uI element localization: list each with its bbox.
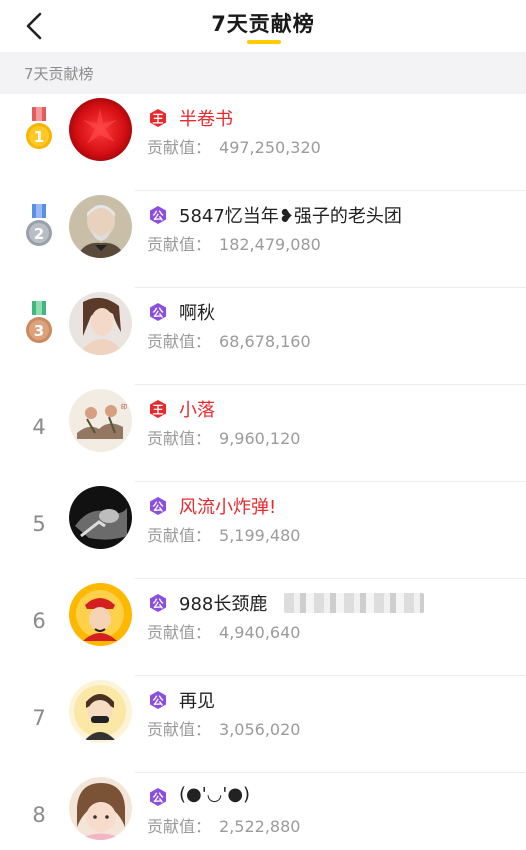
contribution-value: 贡献值： 5,199,480 [147,522,300,546]
leaderboard-row[interactable]: 6 公 988长颈鹿 贡献值： 4,940,640 [0,579,526,676]
contribution-number: 9,960,120 [219,429,301,448]
leaderboard-list: 1 王 半卷书 贡献值： 497,250,320 2 公 5847忆当年❥强子的… [0,94,526,850]
user-name[interactable]: 半卷书 [179,105,233,131]
leaderboard-row[interactable]: 3 公 啊秋 贡献值： 68,678,160 [0,288,526,385]
svg-text:2: 2 [34,225,44,243]
svg-text:公: 公 [153,210,164,223]
contribution-label: 贡献值： [147,235,212,254]
page-title: 7天贡献榜 [211,12,315,36]
user-name[interactable]: 5847忆当年❥强子的老头团 [179,202,402,228]
avatar[interactable] [69,777,132,840]
contribution-value: 贡献值： 497,250,320 [147,134,321,158]
leaderboard-row[interactable]: 2 公 5847忆当年❥强子的老头团 贡献值： 182,479,080 [0,191,526,288]
contribution-number: 2,522,880 [219,817,301,836]
gold-medal-icon: 1 [22,107,56,153]
contribution-label: 贡献值： [147,817,212,836]
avatar[interactable] [69,292,132,355]
user-name[interactable]: (●'◡'●) [179,784,250,805]
avatar[interactable]: 印 [69,389,132,452]
user-name[interactable]: 再见 [179,687,215,713]
svg-text:公: 公 [153,307,164,320]
svg-text:1: 1 [34,128,44,146]
bronze-medal-icon: 3 [22,301,56,347]
duke-badge-icon: 公 [148,205,168,225]
contribution-number: 182,479,080 [219,235,321,254]
contribution-label: 贡献值： [147,623,212,642]
duke-badge-icon: 公 [148,593,168,613]
king-badge-icon: 王 [148,108,168,128]
contribution-number: 3,056,020 [219,720,301,739]
top-bar: 7天贡献榜 [0,0,526,52]
redacted-text [284,593,424,613]
rank-number: 6 [32,609,46,633]
leaderboard-row[interactable]: 4 印 王 小落 贡献值： 9,960,120 [0,385,526,482]
rank-number: 5 [32,512,46,536]
duke-badge-icon: 公 [148,787,168,807]
avatar[interactable] [69,680,132,743]
rank-number: 8 [32,803,46,827]
user-name[interactable]: 小落 [179,396,215,422]
contribution-label: 贡献值： [147,138,212,157]
contribution-value: 贡献值： 68,678,160 [147,328,311,352]
duke-badge-icon: 公 [148,302,168,322]
svg-text:3: 3 [34,322,44,340]
section-label: 7天贡献榜 [24,65,94,83]
contribution-label: 贡献值： [147,526,212,545]
avatar[interactable] [69,195,132,258]
contribution-value: 贡献值： 9,960,120 [147,425,300,449]
contribution-number: 68,678,160 [219,332,311,351]
svg-text:公: 公 [153,695,164,708]
contribution-value: 贡献值： 182,479,080 [147,231,321,255]
user-name[interactable]: 988长颈鹿 [179,590,267,616]
leaderboard-row[interactable]: 5 公 风流小炸弹! 贡献值： 5,199,480 [0,482,526,579]
contribution-label: 贡献值： [147,429,212,448]
svg-text:王: 王 [153,113,164,126]
title-underline [247,40,281,44]
user-name[interactable]: 风流小炸弹! [179,493,276,519]
user-name[interactable]: 啊秋 [179,299,215,325]
contribution-value: 贡献值： 4,940,640 [147,619,300,643]
section-header: 7天贡献榜 [0,52,526,94]
avatar[interactable] [69,486,132,549]
contribution-value: 贡献值： 3,056,020 [147,716,300,740]
avatar[interactable] [69,98,132,161]
rank-number: 4 [32,415,46,439]
svg-text:王: 王 [153,404,164,417]
duke-badge-icon: 公 [148,690,168,710]
leaderboard-row[interactable]: 7 公 再见 贡献值： 3,056,020 [0,676,526,773]
silver-medal-icon: 2 [22,204,56,250]
rank-number: 7 [32,706,46,730]
contribution-number: 5,199,480 [219,526,301,545]
svg-text:公: 公 [153,598,164,611]
svg-text:公: 公 [153,792,164,805]
contribution-number: 497,250,320 [219,138,321,157]
contribution-number: 4,940,640 [219,623,301,642]
king-badge-icon: 王 [148,399,168,419]
svg-text:公: 公 [153,501,164,514]
svg-text:印: 印 [121,404,127,411]
contribution-value: 贡献值： 2,522,880 [147,813,300,837]
leaderboard-row[interactable]: 8 公 (●'◡'●) 贡献值： 2,522,880 [0,773,526,850]
contribution-label: 贡献值： [147,332,212,351]
contribution-label: 贡献值： [147,720,212,739]
duke-badge-icon: 公 [148,496,168,516]
leaderboard-row[interactable]: 1 王 半卷书 贡献值： 497,250,320 [0,94,526,191]
avatar[interactable] [69,583,132,646]
